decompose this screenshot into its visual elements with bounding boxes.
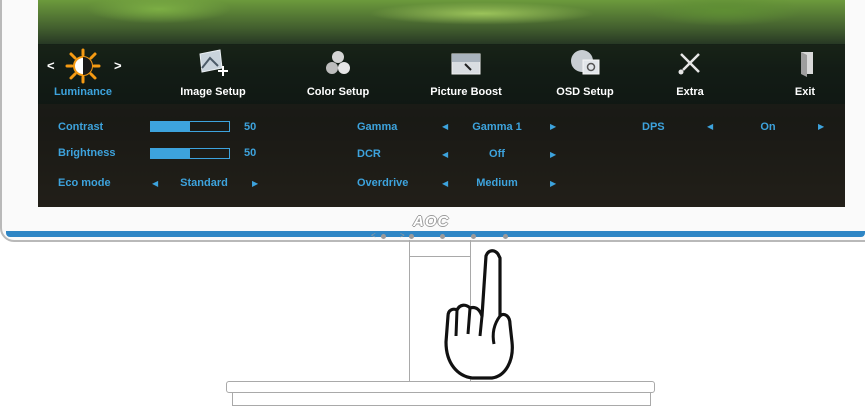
brightness-slider[interactable] <box>150 148 230 159</box>
contrast-value: 50 <box>244 121 257 133</box>
dps-right-arrow-icon[interactable]: ▶ <box>818 122 824 131</box>
eco-mode-right-arrow-icon[interactable]: ▶ <box>252 179 258 188</box>
menu-item-extra[interactable]: Extra <box>645 44 735 102</box>
dps-left-arrow-icon[interactable]: ◀ <box>707 122 713 131</box>
menu-label-picture-boost: Picture Boost <box>430 86 502 98</box>
brightness-value: 50 <box>244 147 257 159</box>
image-setup-icon <box>196 48 230 83</box>
contrast-label: Contrast <box>58 121 104 133</box>
chevron-left-icon[interactable]: < <box>47 58 55 73</box>
monitor-button-3[interactable] <box>440 234 445 239</box>
background-landscape <box>38 0 845 45</box>
chevron-right-icon[interactable]: > <box>114 58 122 73</box>
monitor-button-2[interactable] <box>409 234 414 239</box>
pointing-hand-icon <box>436 246 526 391</box>
brightness-slider-fill <box>151 149 190 158</box>
dcr-label: DCR <box>357 148 381 160</box>
eco-mode-left-arrow-icon[interactable]: ◀ <box>152 179 158 188</box>
menu-item-picture-boost[interactable]: Picture Boost <box>421 44 511 102</box>
overdrive-right-arrow-icon[interactable]: ▶ <box>550 179 556 188</box>
color-setup-icon <box>323 48 353 83</box>
monitor-button-4[interactable] <box>471 234 476 239</box>
gamma-left-arrow-icon[interactable]: ◀ <box>442 122 448 131</box>
gamma-label: Gamma <box>357 121 398 133</box>
gamma-right-arrow-icon[interactable]: ▶ <box>550 122 556 131</box>
overdrive-label: Overdrive <box>357 177 409 189</box>
menu-label-luminance: Luminance <box>53 86 113 98</box>
osd-screen: < > Luminance Image Setup Color Setup Pi… <box>38 0 845 207</box>
osd-setup-icon <box>567 48 603 83</box>
monitor-button-5[interactable] <box>503 234 508 239</box>
menu-item-color-setup[interactable]: Color Setup <box>293 44 383 102</box>
menu-label-color-setup: Color Setup <box>306 86 370 98</box>
dcr-value: Off <box>489 148 505 160</box>
dcr-left-arrow-icon[interactable]: ◀ <box>442 150 448 159</box>
contrast-slider-fill <box>151 122 190 131</box>
exit-door-icon <box>793 48 817 83</box>
picture-boost-icon <box>449 48 483 83</box>
menu-label-extra: Extra <box>676 86 704 98</box>
gamma-value: Gamma 1 <box>472 121 522 133</box>
contrast-slider[interactable] <box>150 121 230 132</box>
sun-contrast-icon <box>63 48 103 89</box>
eco-mode-value: Standard <box>180 177 228 189</box>
menu-label-image-setup: Image Setup <box>180 86 246 98</box>
overdrive-value: Medium <box>476 177 518 189</box>
extra-tools-icon <box>675 48 705 83</box>
monitor-button-label-2: > <box>400 231 405 240</box>
bezel-accent-stripe <box>6 231 865 237</box>
menu-item-image-setup[interactable]: Image Setup <box>168 44 258 102</box>
monitor-button-label-1: < <box>371 231 376 240</box>
stand-base-foot <box>232 393 651 406</box>
overdrive-left-arrow-icon[interactable]: ◀ <box>442 179 448 188</box>
dcr-right-arrow-icon[interactable]: ▶ <box>550 150 556 159</box>
eco-mode-label: Eco mode <box>58 177 111 189</box>
menu-item-exit[interactable]: Exit <box>775 44 835 102</box>
brightness-label: Brightness <box>58 147 116 159</box>
menu-label-exit: Exit <box>794 86 816 98</box>
dps-label: DPS <box>642 121 665 133</box>
monitor-button-1[interactable] <box>381 234 386 239</box>
dps-value: On <box>760 121 776 133</box>
menu-label-osd-setup: OSD Setup <box>556 86 614 98</box>
menu-item-osd-setup[interactable]: OSD Setup <box>540 44 630 102</box>
brand-logo: AOC <box>413 213 450 230</box>
menu-item-luminance[interactable]: < > Luminance <box>38 44 128 102</box>
